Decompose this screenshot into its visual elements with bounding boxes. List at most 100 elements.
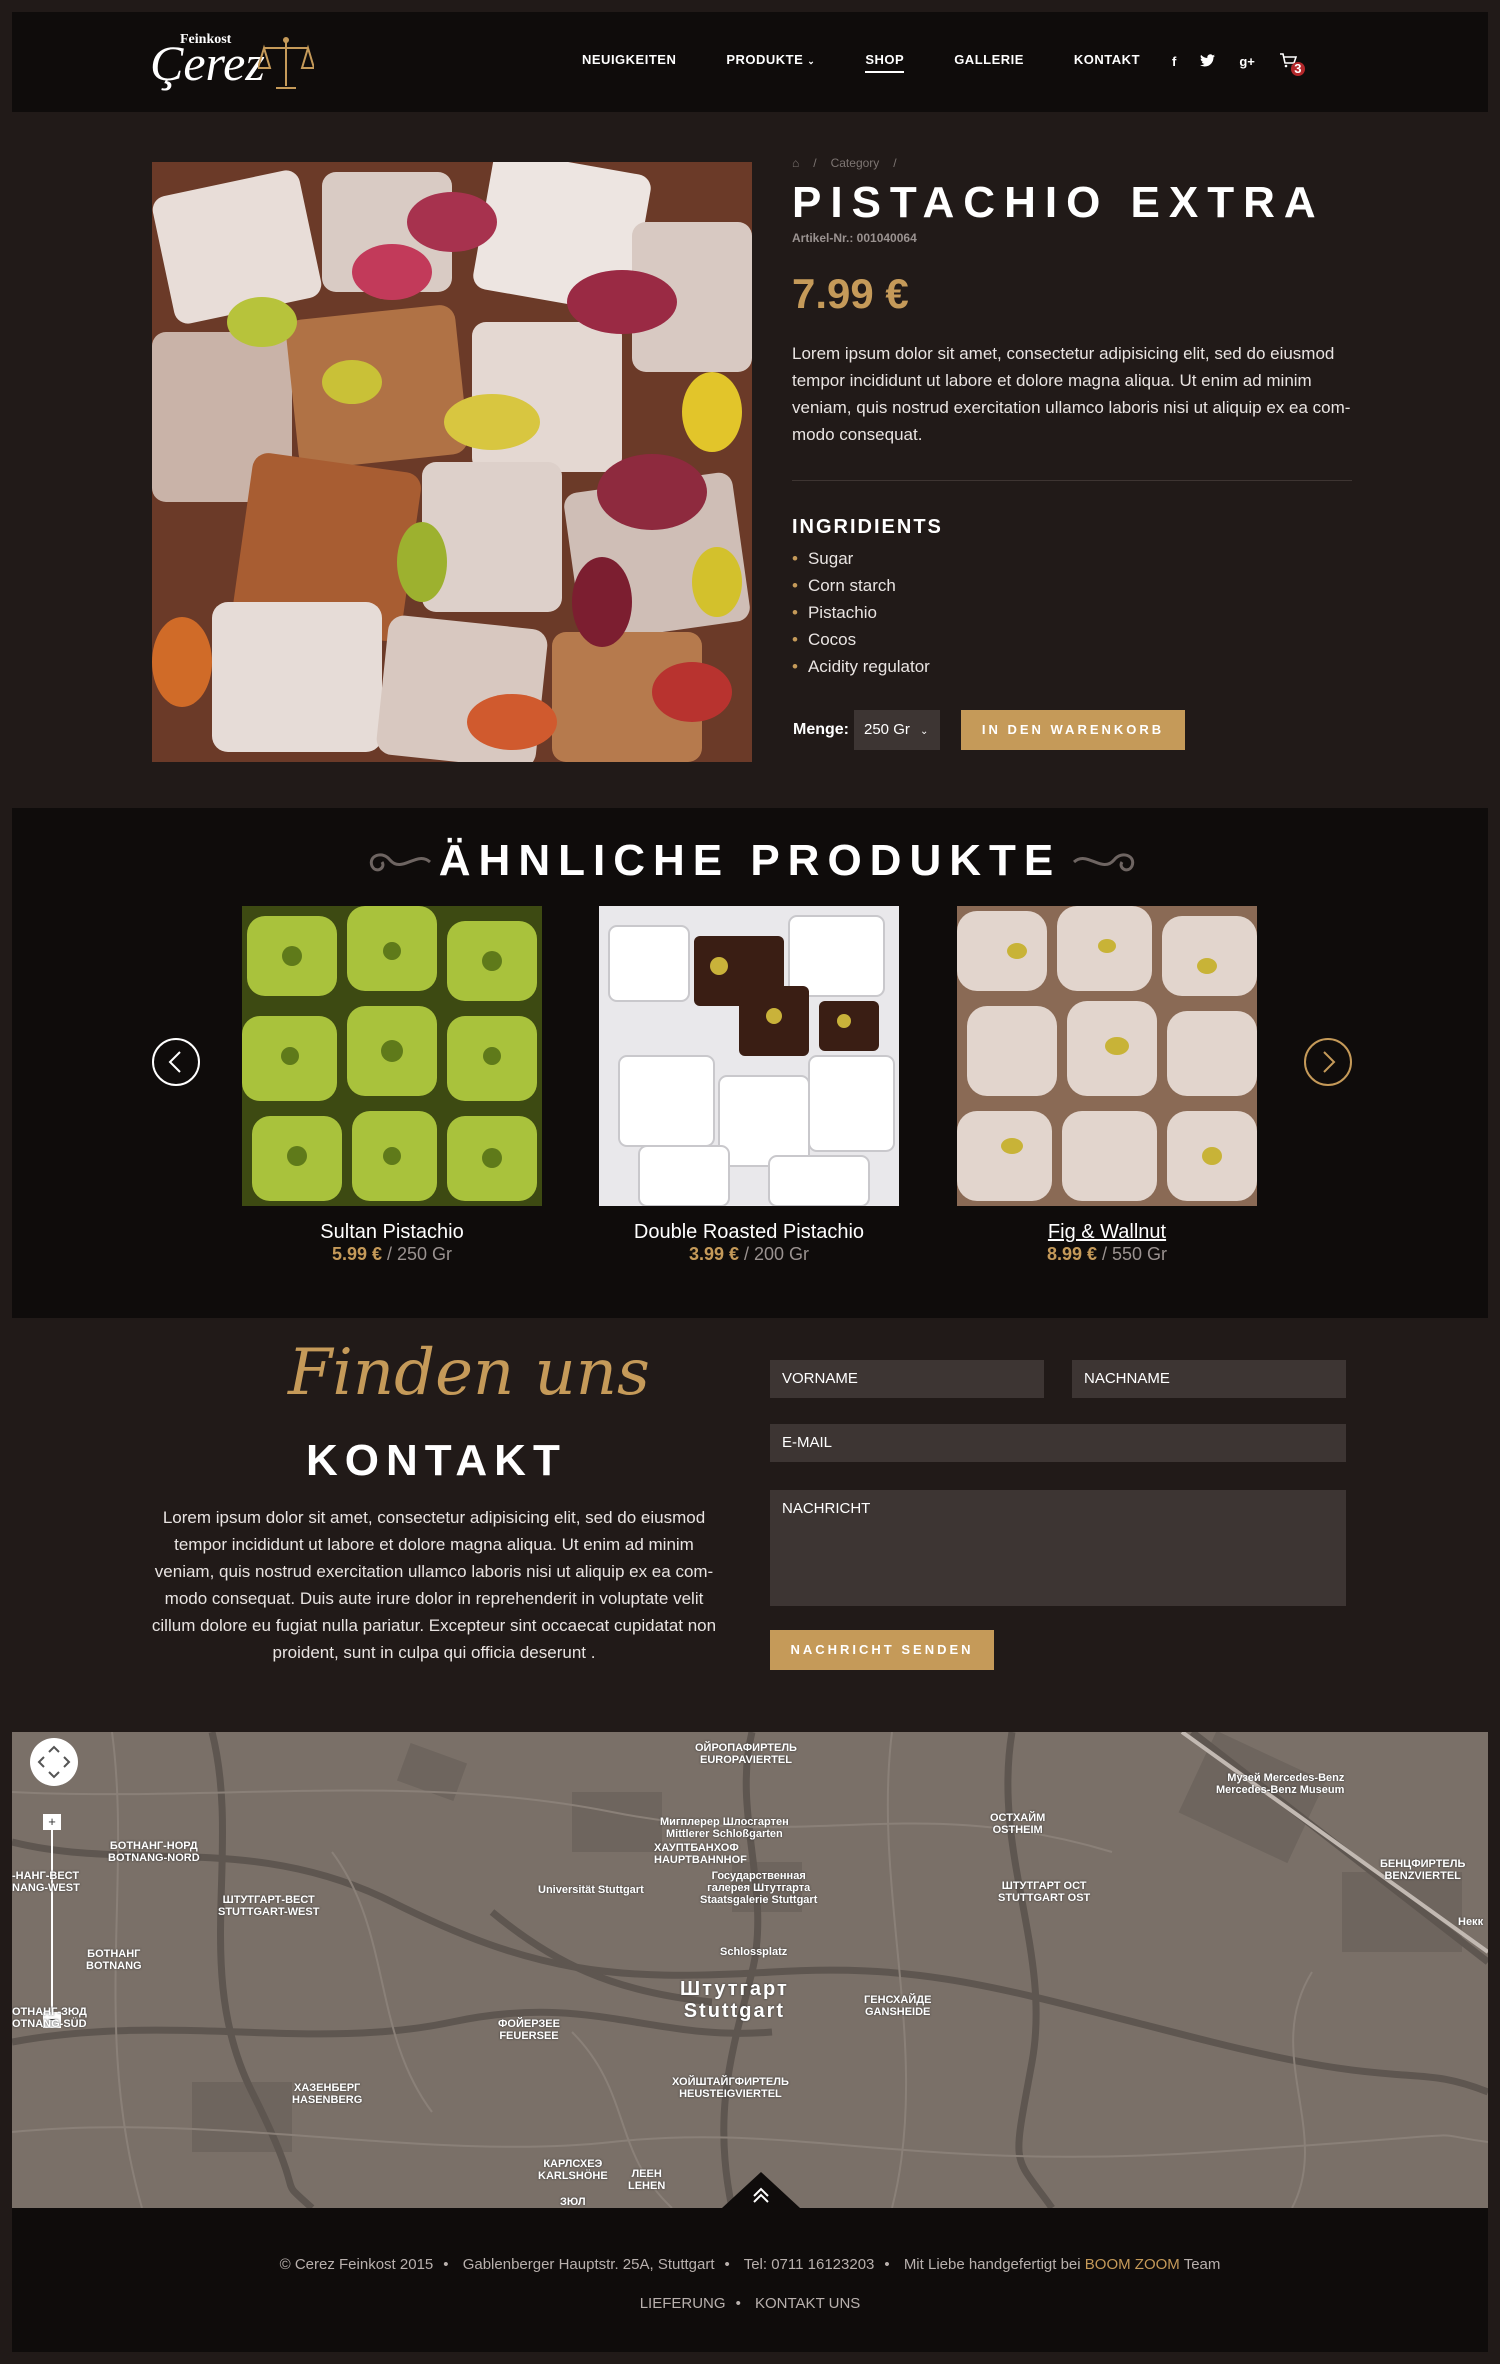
map-city-label: Штутгарт Stuttgart xyxy=(680,1978,789,2022)
list-item: Sugar xyxy=(792,545,930,572)
product-title: PISTACHIO EXTRA xyxy=(792,178,1325,227)
product-card-price-value: 5.99 € xyxy=(331,1244,382,1264)
scroll-top-icon[interactable] xyxy=(722,2172,800,2208)
breadcrumb-item-category[interactable]: Category xyxy=(831,156,880,170)
product-card-name[interactable]: Sultan Pistachio xyxy=(242,1220,542,1244)
nav-item-produkte-label: PRODUKTE xyxy=(726,52,804,67)
logo-big-text: Çerez xyxy=(150,35,265,91)
product-description: Lorem ipsum dolor sit amet, consectetur … xyxy=(792,344,1351,444)
map-label: Мигплерер Шлосгартен Mittlerer Schloßgar… xyxy=(660,1816,789,1840)
send-message-button[interactable]: NACHRICHT SENDEN xyxy=(770,1630,994,1670)
product-card-price: 8.99 € / 550 Gr xyxy=(957,1244,1257,1265)
message-field[interactable]: NACHRICHT xyxy=(770,1490,1346,1606)
nav-item-shop[interactable]: SHOP xyxy=(865,52,905,73)
nav-item-gallerie[interactable]: GALLERIE xyxy=(954,52,1024,67)
map-label: ХАЗЕНБЕРГ HASENBERG xyxy=(292,2082,363,2106)
contact-title: KONTAKT xyxy=(306,1436,567,1485)
facebook-icon[interactable]: f xyxy=(1172,54,1176,69)
cart-count-badge: 3 xyxy=(1290,62,1305,76)
nav-item-kontakt[interactable]: KONTAKT xyxy=(1074,52,1140,67)
nav-item-neuigkeiten[interactable]: NEUIGKEITEN xyxy=(582,52,676,67)
map-label: ХОЙШТАЙГФИРТЕЛЬ HEUSTEIGVIERTEL xyxy=(672,2076,789,2100)
ingredients-title: INGRIDIENTS xyxy=(792,516,943,538)
footer-copyright: © Cerez Feinkost 2015 xyxy=(279,2256,434,2273)
ingredients-list: Sugar Corn starch Pistachio Cocos Acidit… xyxy=(792,545,930,680)
flourish-icon xyxy=(1072,853,1135,872)
product-card-image[interactable] xyxy=(599,906,899,1206)
zoom-in-button[interactable]: + xyxy=(43,1814,61,1830)
product-card-image[interactable] xyxy=(957,906,1257,1206)
footer-info: © Cerez Feinkost 2015 • Gablenberger Haup… xyxy=(279,2256,1221,2273)
map-label: Schlossplatz xyxy=(720,1946,788,1958)
email-field[interactable]: E-MAIL xyxy=(770,1424,1346,1462)
map-label: ХАУПТБАНХОФ HAUPTBAHNHOF xyxy=(654,1842,747,1866)
footer-links: LIEFERUNG • KONTAKT UNS xyxy=(639,2295,861,2312)
cart-icon[interactable]: 3 xyxy=(1279,52,1305,76)
product-card[interactable]: Double Roasted Pistachio 3.99 € / 200 Gr xyxy=(599,906,899,1265)
contact-script-heading: Finden uns xyxy=(288,1336,650,1410)
map-label: ОТНАНГ-ЗЮД OTNANG-SÜD xyxy=(12,2006,87,2030)
google-plus-icon[interactable]: g+ xyxy=(1239,54,1255,69)
add-to-cart-button[interactable]: IN DEN WARENKORB xyxy=(961,710,1185,750)
map-label: ЛЕЕН LEHEN xyxy=(628,2168,666,2192)
map-label: ФОЙЕРЗЕЕ FEUERSEE xyxy=(498,2018,560,2042)
product-card-price-value: 8.99 € xyxy=(1046,1244,1097,1264)
firstname-field[interactable]: VORNAME xyxy=(770,1360,1044,1398)
breadcrumb-separator: / xyxy=(813,156,817,170)
map-label: БЕНЦФИРТЕЛЬ BENZVIERTEL xyxy=(1380,1858,1466,1882)
pan-control-icon[interactable] xyxy=(30,1738,78,1786)
footer-credit-suffix: Team xyxy=(1183,2256,1221,2273)
similar-products-section: ÄHNLICHE PRODUKTE Sultan Pistachio 5.99 … xyxy=(12,808,1488,1318)
carousel-next-button[interactable] xyxy=(1304,1038,1352,1086)
list-item: Cocos xyxy=(792,626,930,653)
logo[interactable]: Feinkost Çerez xyxy=(150,26,320,102)
quantity-select[interactable]: 250 Gr ⌄ xyxy=(854,710,940,750)
map-label: Некк xyxy=(1458,1916,1484,1928)
quantity-select-value: 250 Gr xyxy=(864,721,910,738)
product-card[interactable]: Sultan Pistachio 5.99 € / 250 Gr xyxy=(242,906,542,1265)
nav-item-produkte[interactable]: PRODUKTE ⌄ xyxy=(726,52,815,67)
lastname-field[interactable]: NACHNAME xyxy=(1072,1360,1346,1398)
contact-text: Lorem ipsum dolor sit amet, consectetur … xyxy=(151,1508,717,1662)
map-label: Музей Mercedes-Benz Mercedes-Benz Museum xyxy=(1216,1772,1345,1796)
twitter-icon[interactable] xyxy=(1200,53,1216,70)
map-label: ШТУТГАРТ-ВЕСТ STUTTGART-WEST xyxy=(218,1894,320,1918)
footer-address: Gablenberger Hauptstr. 25A, Stuttgart xyxy=(462,2256,715,2273)
footer-credit-prefix: Mit Liebe handgefertigt bei xyxy=(903,2256,1081,2273)
map-label: ГЕНСХАЙДЕ GANSHEIDE xyxy=(864,1994,932,2018)
product-card-name[interactable]: Fig & Wallnut xyxy=(957,1220,1257,1244)
carousel-prev-button[interactable] xyxy=(152,1038,200,1086)
main-nav: NEUIGKEITEN PRODUKTE ⌄ SHOP GALLERIE KONT… xyxy=(582,52,1190,73)
product-card-name[interactable]: Double Roasted Pistachio xyxy=(599,1220,899,1244)
map-label: КАРЛСХЕЭ KARLSHÖHE xyxy=(538,2158,608,2182)
product-card-price: 5.99 € / 250 Gr xyxy=(242,1244,542,1265)
product-card-image[interactable] xyxy=(242,906,542,1206)
map-label: БОТНАНГ BOTNANG xyxy=(86,1948,142,1972)
map-label: ОЙРОПАФИРТЕЛЬ EUROPAVIERTEL xyxy=(695,1742,797,1766)
map[interactable]: + − ОЙРОПАФИРТЕЛЬ EUROPAVIERTEL Мигплере… xyxy=(12,1732,1488,2208)
list-item: Corn starch xyxy=(792,572,930,599)
product-image[interactable] xyxy=(152,162,752,762)
map-label: ОСТХАЙМ OSTHEIM xyxy=(990,1812,1046,1836)
product-sku: Artikel-Nr.: 001040064 xyxy=(792,231,917,245)
map-label: ШТУТГАРТ ОСТ STUTTGART OST xyxy=(998,1880,1091,1904)
footer-link-kontakt[interactable]: KONTAKT UNS xyxy=(755,2295,860,2312)
product-price: 7.99 € xyxy=(792,270,909,317)
home-icon[interactable]: ⌂ xyxy=(792,156,799,170)
footer-link-lieferung[interactable]: LIEFERUNG xyxy=(640,2295,726,2312)
chevron-right-icon xyxy=(1323,1051,1336,1073)
map-label: -НАНГ-ВЕСТ NANG-WEST xyxy=(12,1870,80,1894)
breadcrumb: ⌂ / Category / xyxy=(792,156,897,170)
divider xyxy=(792,480,1352,481)
site-footer: © Cerez Feinkost 2015 • Gablenberger Haup… xyxy=(12,2208,1488,2352)
footer-phone: Tel: 0711 16123203 xyxy=(743,2256,875,2273)
zoom-slider-track[interactable] xyxy=(51,1818,53,2014)
product-card[interactable]: Fig & Wallnut 8.99 € / 550 Gr xyxy=(957,906,1257,1265)
chevron-down-icon: ⌄ xyxy=(920,726,929,737)
chevron-down-icon: ⌄ xyxy=(807,56,816,66)
map-label: Universität Stuttgart xyxy=(538,1884,644,1896)
map-label: ЗЮЛ xyxy=(560,2196,586,2208)
social-links: f g+ 3 xyxy=(1172,52,1305,76)
footer-credit-link[interactable]: BOOM ZOOM xyxy=(1085,2256,1180,2273)
list-item: Acidity regulator xyxy=(792,653,930,680)
